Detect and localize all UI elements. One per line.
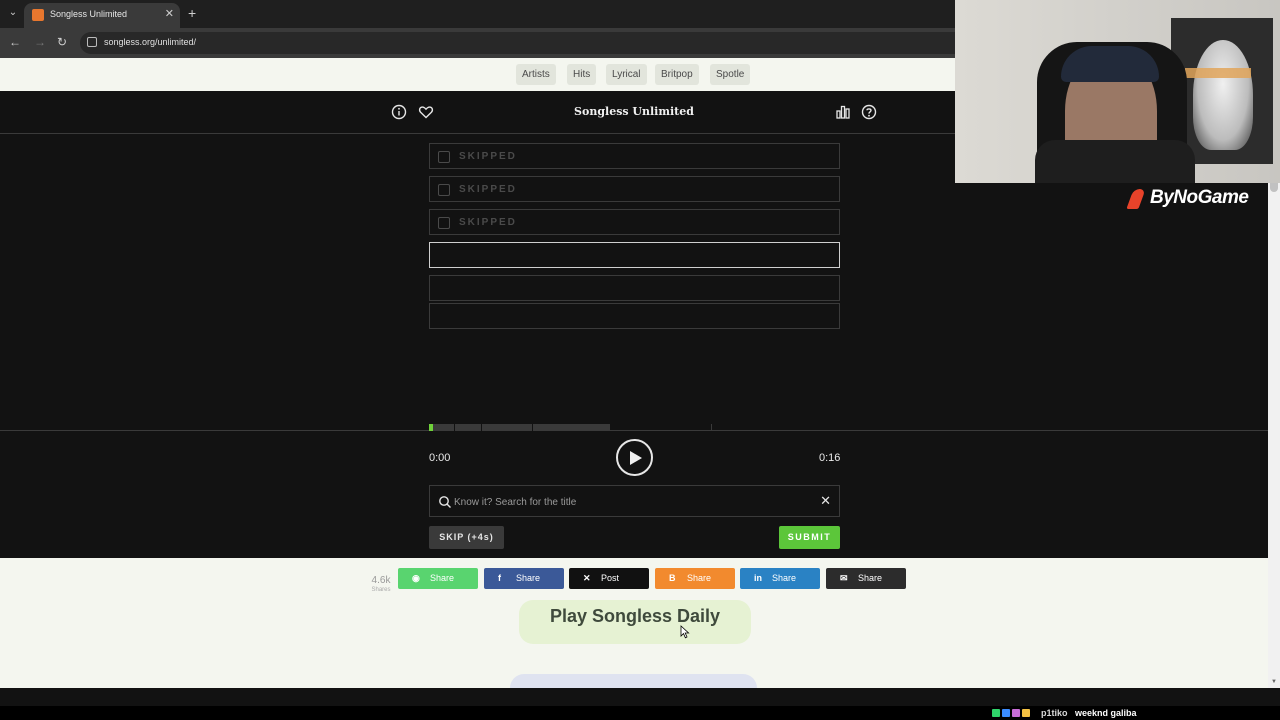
bar-chart-icon[interactable] xyxy=(835,104,851,120)
nav-chip-spotle[interactable]: Spotle xyxy=(710,64,751,85)
next-section-card xyxy=(510,674,757,688)
play-button[interactable] xyxy=(616,439,653,476)
guess-label: SKIPPED xyxy=(459,151,517,162)
share-button-blogger[interactable]: B Share xyxy=(655,568,735,589)
nav-chip-britpop[interactable]: Britpop xyxy=(655,64,699,85)
tab-title: Songless Unlimited xyxy=(50,9,128,19)
share-button-linkedin[interactable]: in Share xyxy=(740,568,820,589)
segment-divider xyxy=(481,424,482,431)
share-section: 4.6k Shares ◉ Share f Share ✕ Post B Share in Sha… xyxy=(0,558,1268,688)
guess-row: SKIPPED xyxy=(429,176,840,202)
chat-badge-icon xyxy=(992,709,1000,717)
app-title: Songless Unlimited xyxy=(574,105,694,118)
share-count-value: 4.6k xyxy=(371,575,391,586)
play-icon xyxy=(630,451,642,465)
total-time: 0:16 xyxy=(819,452,841,464)
share-button-label: Share xyxy=(858,573,883,583)
chat-badge-icon xyxy=(1002,709,1010,717)
guess-label: SKIPPED xyxy=(459,217,517,228)
search-input[interactable] xyxy=(454,493,814,511)
play-daily-label: Play Songless Daily xyxy=(549,606,721,626)
unlocked-segment xyxy=(429,424,610,431)
share-count-label: Shares xyxy=(371,587,391,593)
play-daily-button[interactable]: Play Songless Daily xyxy=(519,600,751,644)
address-bar[interactable]: songless.org/unlimited/ xyxy=(80,32,980,54)
blogger-icon: B xyxy=(669,573,676,583)
artwork-stripe xyxy=(1185,68,1251,78)
reload-icon[interactable]: ↻ xyxy=(57,35,67,49)
share-button-x[interactable]: ✕ Post xyxy=(569,568,649,589)
chat-badge-icon xyxy=(1022,709,1030,717)
share-button-messenger[interactable]: ✉ Share xyxy=(826,568,906,589)
guess-label: SKIPPED xyxy=(459,184,517,195)
nav-chip-lyrical[interactable]: Lyrical xyxy=(606,64,647,85)
site-favicon-icon xyxy=(32,9,44,21)
search-icon xyxy=(439,496,451,508)
scroll-down-arrow-icon[interactable]: ▼ xyxy=(1271,679,1277,685)
guess-row: SKIPPED xyxy=(429,209,840,235)
messenger-icon: ✉ xyxy=(840,573,848,583)
share-count: 4.6k Shares xyxy=(368,570,394,593)
share-button-facebook[interactable]: f Share xyxy=(484,568,564,589)
chat-message: weeknd galiba xyxy=(1075,708,1137,718)
guess-row: SKIPPED xyxy=(429,143,840,169)
share-button-label: Post xyxy=(601,573,620,583)
guess-row-active xyxy=(429,242,840,268)
guess-row-empty xyxy=(429,275,840,301)
song-progress-bar xyxy=(429,424,840,431)
segment-divider xyxy=(532,424,533,431)
webcam-overlay xyxy=(955,0,1280,183)
guess-row-empty xyxy=(429,303,840,329)
linkedin-icon: in xyxy=(754,573,762,583)
bynogame-logo: ByNoGame xyxy=(1126,183,1268,211)
tab-search-chevron-icon[interactable]: ⌄ xyxy=(6,6,20,20)
chat-badges xyxy=(992,709,1036,718)
help-icon[interactable] xyxy=(861,104,877,120)
nav-chip-artists[interactable]: Artists xyxy=(516,64,556,85)
x-icon: ✕ xyxy=(583,573,591,583)
bynogame-logo-text: ByNoGame xyxy=(1150,187,1249,208)
share-button-label: Share xyxy=(516,573,541,583)
medusa-statue-art xyxy=(1193,40,1253,150)
streamer-bandana xyxy=(1061,46,1159,82)
screen: ⌄ Songless Unlimited ✕ + ← → ↻ songless.… xyxy=(0,0,1280,720)
clear-search-icon[interactable]: ✕ xyxy=(820,493,831,509)
chat-badge-icon xyxy=(1012,709,1020,717)
share-button-label: Share xyxy=(687,573,712,583)
streamer-shirt xyxy=(1035,140,1195,183)
back-arrow-icon[interactable]: ← xyxy=(9,35,21,49)
guess-checkbox-icon xyxy=(438,151,450,163)
browser-tab[interactable]: Songless Unlimited ✕ xyxy=(24,3,180,28)
new-tab-icon[interactable]: + xyxy=(188,5,196,21)
segment-divider xyxy=(454,424,455,431)
stream-chat-strip: p1tiko weeknd galiba xyxy=(0,706,1280,720)
skip-button[interactable]: SKIP (+4s) xyxy=(429,526,504,549)
whatsapp-icon: ◉ xyxy=(412,573,420,583)
tab-close-icon[interactable]: ✕ xyxy=(165,7,174,20)
heart-icon[interactable] xyxy=(418,104,434,120)
facebook-icon: f xyxy=(498,573,501,583)
played-segment xyxy=(429,424,433,431)
url-text: songless.org/unlimited/ xyxy=(104,37,197,47)
submit-button[interactable]: SUBMIT xyxy=(779,526,840,549)
site-info-icon[interactable] xyxy=(87,37,97,47)
bynogame-logo-mark-icon xyxy=(1126,189,1146,209)
nav-chip-hits[interactable]: Hits xyxy=(567,64,597,85)
share-button-label: Share xyxy=(430,573,455,583)
guess-checkbox-icon xyxy=(438,184,450,196)
segment-divider xyxy=(711,424,712,431)
guess-checkbox-icon xyxy=(438,217,450,229)
share-button-whatsapp[interactable]: ◉ Share xyxy=(398,568,478,589)
mouse-cursor-icon xyxy=(680,625,690,639)
forward-arrow-icon[interactable]: → xyxy=(34,35,46,49)
info-icon[interactable] xyxy=(391,104,407,120)
chat-username: p1tiko xyxy=(1041,708,1068,718)
share-button-label: Share xyxy=(772,573,797,583)
current-time: 0:00 xyxy=(429,452,451,464)
song-search-box: ✕ xyxy=(429,485,840,517)
